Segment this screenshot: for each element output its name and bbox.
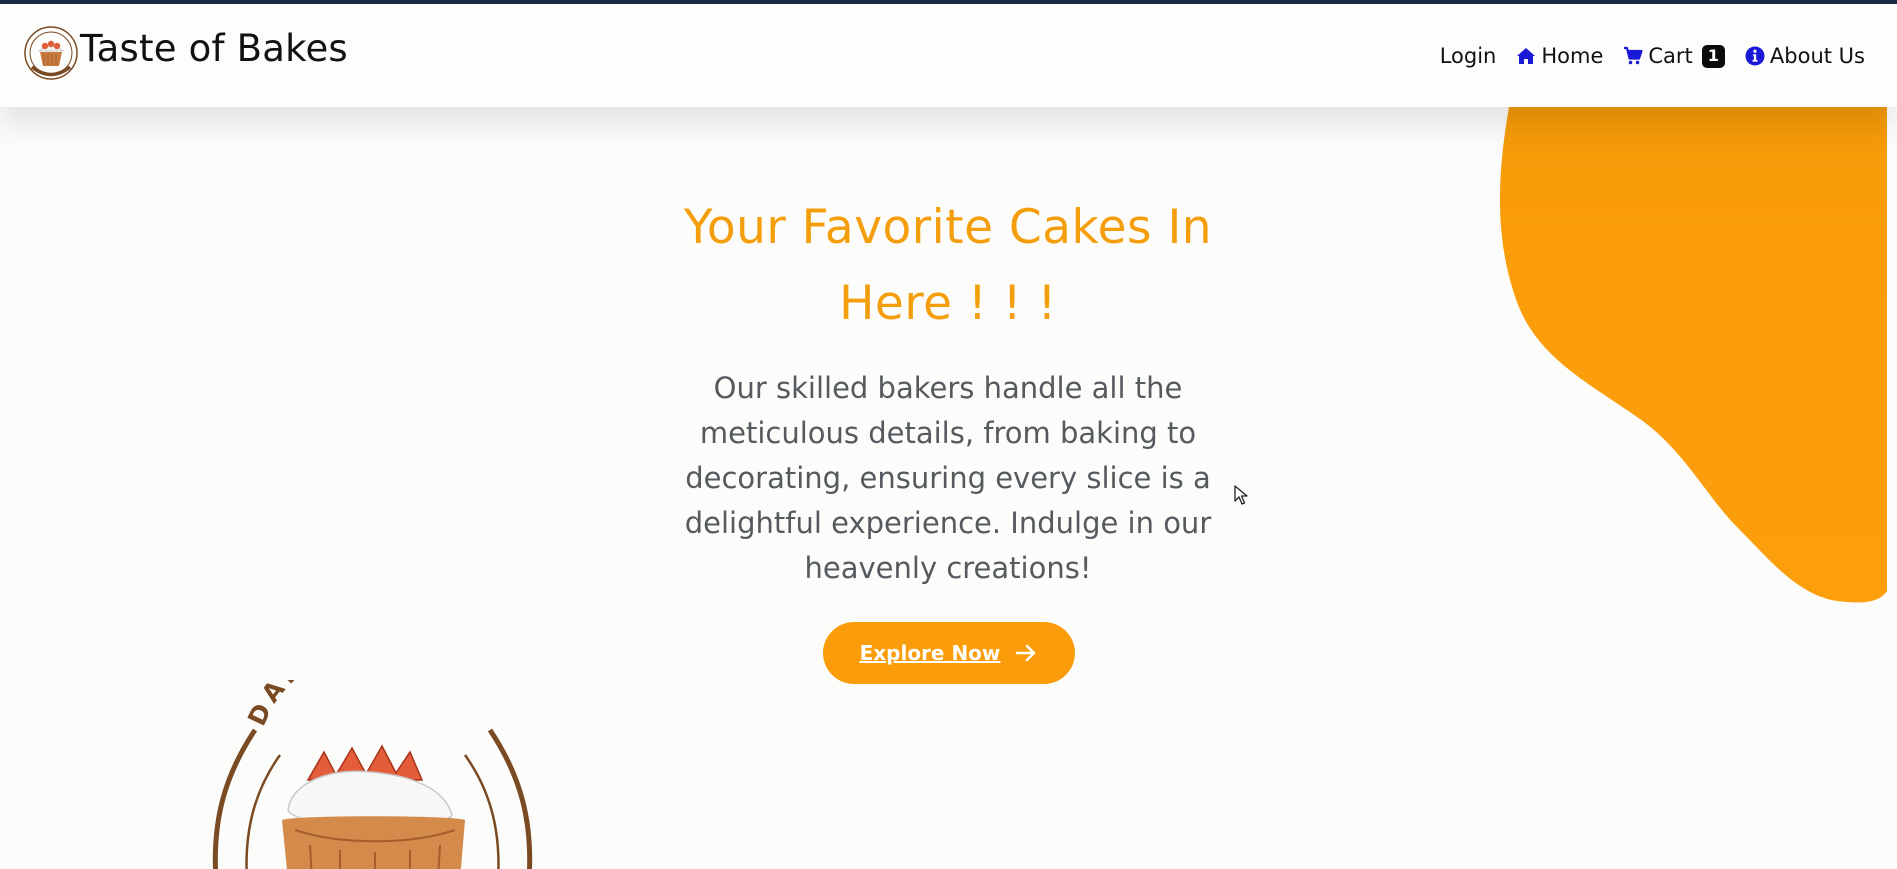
nav-login-label: Login	[1439, 44, 1497, 68]
main-nav: Login Home Cart 1 About Us	[1440, 44, 1865, 68]
nav-home[interactable]: Home	[1516, 44, 1603, 68]
hero-title: Your Favorite Cakes In Here ! ! !	[683, 200, 1213, 331]
hero-description: Our skilled bakers handle all the meticu…	[684, 371, 1212, 585]
brand-link[interactable]: Taste of Bakes	[24, 24, 348, 82]
home-icon	[1517, 48, 1536, 64]
arrow-right-icon	[1016, 644, 1036, 662]
nav-about-label: About Us	[1769, 44, 1865, 68]
nav-home-label: Home	[1541, 44, 1604, 68]
nav-cart-label: Cart	[1648, 44, 1693, 68]
brand-name: Taste of Bakes	[80, 26, 348, 70]
info-icon	[1745, 46, 1765, 66]
explore-now-label: Explore Now	[859, 641, 1001, 665]
bakery-logo-icon	[24, 26, 78, 80]
daily-fresh-badge: DAILY FRESH	[212, 680, 533, 869]
explore-now-button[interactable]: Explore Now	[823, 622, 1075, 684]
cart-icon	[1624, 46, 1643, 65]
navbar: Taste of Bakes Login Home Cart 1 About U…	[0, 4, 1897, 107]
nav-cart[interactable]: Cart 1	[1623, 44, 1725, 68]
page: Taste of Bakes Login Home Cart 1 About U…	[0, 0, 1897, 869]
nav-about[interactable]: About Us	[1745, 44, 1865, 68]
orange-blob-decoration	[1499, 107, 1887, 603]
cart-count-badge: 1	[1701, 44, 1725, 68]
daily-fresh-arc-text: DAILY FRESH	[242, 680, 471, 730]
nav-login[interactable]: Login	[1440, 44, 1497, 68]
mouse-cursor-icon	[1234, 485, 1248, 505]
